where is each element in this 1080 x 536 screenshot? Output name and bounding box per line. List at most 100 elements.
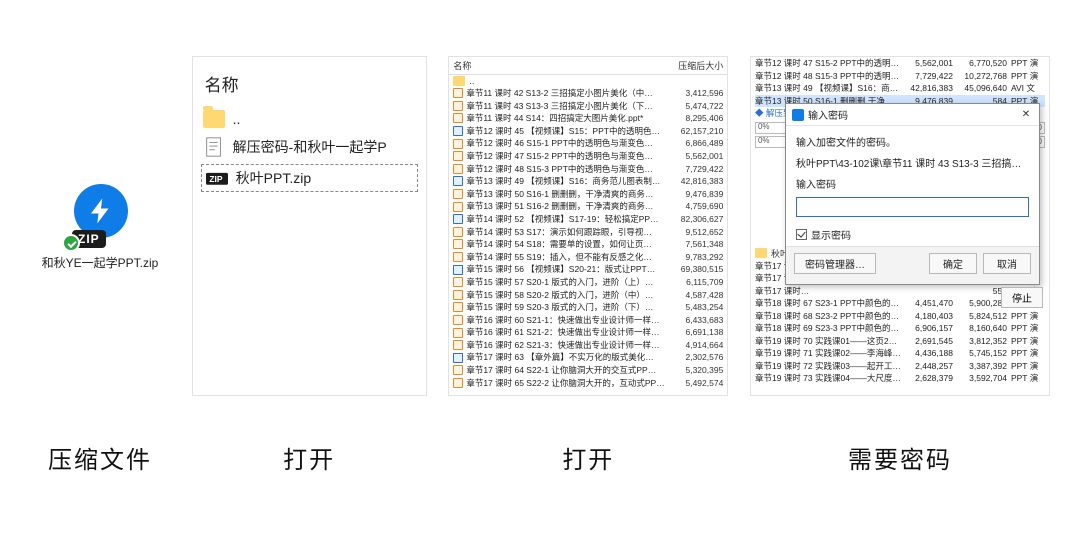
text-file-label: 解压密码-和秋叶一起学P xyxy=(233,137,387,157)
list-item[interactable]: 章节13 课时 51 S16-2 删删删，干净清爽的商务…4,759,690 xyxy=(449,200,727,213)
file-name: 章节17 课时 63 【章外篇】不实万化的版式美化… xyxy=(466,351,668,364)
file-size: 2,302,576 xyxy=(668,351,723,364)
file-type-icon xyxy=(453,239,463,249)
list-item[interactable]: 章节15 课时 59 S20-3 版式的入门，进阶（下）…5,483,254 xyxy=(449,301,727,314)
show-password-label: 显示密码 xyxy=(811,227,851,242)
folder-up-label: .. xyxy=(469,76,474,86)
list-item[interactable]: 章节17 课时 64 S22-1 让你脑洞大开的交互式PP…5,320,395 xyxy=(449,364,727,377)
dialog-instruction: 输入加密文件的密码。 xyxy=(796,134,1029,149)
list-item[interactable]: 章节16 课时 62 S21-3：快速做出专业设计师一样…4,914,664 xyxy=(449,339,727,352)
list-item[interactable]: 章节18 课时 68 S23-2 PPT中颜色的使用（中）.p…4,180,40… xyxy=(755,310,1045,323)
caption-2: 打开 xyxy=(283,440,335,475)
list-item[interactable]: 章节15 课时 56 【视频课】S20-21：版式让PPT…69,380,515 xyxy=(449,263,727,276)
file-name: 章节15 课时 58 S20-2 版式的入门，进阶（中）… xyxy=(466,289,668,302)
file-name: 章节12 课时 47 S15-2 PPT中的透明色与渐变色… xyxy=(466,150,668,163)
col-name-header[interactable]: 名称 xyxy=(453,59,668,72)
file-name: 章节12 课时 46 S15-1 PPT中的透明色与渐变色… xyxy=(466,137,668,150)
file-type-icon xyxy=(453,101,463,111)
list-item[interactable]: 章节14 课时 52 【视频课】S17-19：轻松搞定PP…82,306,627 xyxy=(449,213,727,226)
verified-check-icon xyxy=(62,234,80,252)
cancel-button[interactable]: 取消 xyxy=(983,253,1031,274)
file-size: 9,783,292 xyxy=(668,251,723,264)
list-item[interactable]: 章节19 课时 70 实践课01——这页2015年创业…2,691,5453,8… xyxy=(755,335,1045,348)
list-item[interactable]: 章节12 课时 46 S15-1 PPT中的透明色与渐变色…6,866,489 xyxy=(449,137,727,150)
file-size: 69,380,515 xyxy=(668,263,723,276)
file-type-icon xyxy=(453,353,463,363)
list-item[interactable]: 章节12 课时 48 S15-3 PPT中的透明色与渐变色…7,729,422 xyxy=(449,163,727,176)
list-item[interactable]: 章节19 课时 71 实践课02——李海峰老师的个人…4,436,1885,74… xyxy=(755,347,1045,360)
file-type-icon xyxy=(453,277,463,287)
list-item[interactable]: 章节11 课时 42 S13-2 三招搞定小图片美化（中…3,412,596 xyxy=(449,87,727,100)
stop-button[interactable]: 停止 xyxy=(1001,287,1043,308)
list-item[interactable]: 章节12 课时 48 S15-3 PPT中的透明色与渐变色…7,729,4221… xyxy=(755,70,1045,83)
folder-icon xyxy=(755,248,767,258)
list-item[interactable]: 章节14 课时 54 S18：需要单的设置，如何让页…7,561,348 xyxy=(449,238,727,251)
file-name: 章节14 课时 52 【视频课】S17-19：轻松搞定PP… xyxy=(466,213,668,226)
password-manager-button[interactable]: 密码管理器… xyxy=(794,253,876,274)
col-size-header[interactable]: 压缩后大小 xyxy=(668,59,723,72)
list-item[interactable]: 章节12 课时 45 【视频课】S15：PPT中的透明色…62,157,210 xyxy=(449,125,727,138)
text-file-item[interactable]: 解压密码-和秋叶一起学P xyxy=(201,132,418,162)
password-dialog: 输入密码 ✕ 输入加密文件的密码。 秋叶PPT\43-102课\章节11 课时 … xyxy=(785,103,1040,285)
file-type-icon xyxy=(453,126,463,136)
file-size: 5,320,395 xyxy=(668,364,723,377)
list-item[interactable]: 章节19 课时 72 实践课03——起开工社区介绍…2,448,2573,387… xyxy=(755,360,1045,373)
file-type-icon xyxy=(453,340,463,350)
folder-up-row[interactable]: .. xyxy=(449,75,727,87)
list-item[interactable]: 章节17 课时 63 【章外篇】不实万化的版式美化…2,302,576 xyxy=(449,351,727,364)
file-type-icon xyxy=(453,202,463,212)
list-item[interactable]: 章节11 课时 43 S13-3 三招搞定小图片美化（下…5,474,722 xyxy=(449,100,727,113)
caption-4: 需要密码 xyxy=(848,440,952,475)
list-item[interactable]: 章节19 课时 73 实践课04——大尺度修改硕校…2,628,3793,592… xyxy=(755,372,1045,385)
folder-icon xyxy=(453,76,465,86)
list-item[interactable]: 章节16 课时 61 S21-2：快速做出专业设计师一样…6,691,138 xyxy=(449,326,727,339)
caption-1: 压缩文件 xyxy=(48,440,152,475)
extract-window: 章节12 课时 47 S15-2 PPT中的透明色与渐…5,562,0016,7… xyxy=(750,56,1050,396)
list-item[interactable]: 章节14 课时 55 S19：插入，但不能有反感之化…9,783,292 xyxy=(449,251,727,264)
list-item[interactable]: 章节11 课时 44 S14：四招搞定大图片美化.ppt*8,295,406 xyxy=(449,112,727,125)
list-item[interactable]: 章节13 课时 49 【视频课】S16：商务范…42,816,38345,096… xyxy=(755,82,1045,95)
list-item[interactable]: 章节15 课时 57 S20-1 版式的入门，进阶（上）…6,115,709 xyxy=(449,276,727,289)
zip-small-icon: ZIP xyxy=(206,169,228,187)
file-size: 5,562,001 xyxy=(668,150,723,163)
zip-file-desktop-icon[interactable]: ZIP 和秋YE一起学PPT.zip xyxy=(40,182,160,271)
file-name: 章节16 课时 61 S21-2：快速做出专业设计师一样… xyxy=(466,326,668,339)
list-item[interactable]: 章节15 课时 58 S20-2 版式的入门，进阶（中）…4,587,428 xyxy=(449,289,727,302)
file-name: 章节13 课时 51 S16-2 删删删，干净清爽的商务… xyxy=(466,200,668,213)
dialog-app-icon xyxy=(792,109,804,121)
column-header-name[interactable]: 名称 xyxy=(205,71,418,96)
text-file-icon xyxy=(203,136,225,158)
folder-icon xyxy=(203,110,225,128)
show-password-checkbox[interactable] xyxy=(796,229,807,240)
list-item[interactable]: 章节13 课时 49 【视频课】S16：商务范儿图表制…42,816,383 xyxy=(449,175,727,188)
folder-up-label: .. xyxy=(233,111,241,127)
file-type-icon xyxy=(453,378,463,388)
dialog-filepath: 秋叶PPT\43-102课\章节11 课时 43 S13-3 三招搞定小图片美化… xyxy=(796,155,1029,170)
file-name: 章节14 课时 54 S18：需要单的设置，如何让页… xyxy=(466,238,668,251)
file-size: 8,295,406 xyxy=(668,112,723,125)
file-name: 章节11 课时 42 S13-2 三招搞定小图片美化（中… xyxy=(466,87,668,100)
file-size: 9,512,652 xyxy=(668,226,723,239)
list-item[interactable]: 章节13 课时 50 S16-1 删删删，干净清爽的商务…9,476,839 xyxy=(449,188,727,201)
password-input[interactable] xyxy=(796,197,1029,217)
file-name: 章节14 课时 55 S19：插入，但不能有反感之化… xyxy=(466,251,668,264)
file-type-icon xyxy=(453,290,463,300)
file-name: 章节15 课时 56 【视频课】S20-21：版式让PPT… xyxy=(466,263,668,276)
list-item[interactable]: 章节12 课时 47 S15-2 PPT中的透明色与渐变色…5,562,001 xyxy=(449,150,727,163)
file-size: 6,433,683 xyxy=(668,314,723,327)
list-item[interactable]: 章节14 课时 53 S17：演示如何跟踪眼，引导视…9,512,652 xyxy=(449,226,727,239)
archive-listing-window: 名称 压缩后大小 .. 章节11 课时 42 S13-2 三招搞定小图片美化（中… xyxy=(448,56,728,396)
file-type-icon xyxy=(453,151,463,161)
folder-up[interactable]: .. xyxy=(201,106,418,132)
password-label: 输入密码 xyxy=(796,176,1029,191)
file-size: 6,866,489 xyxy=(668,137,723,150)
ok-button[interactable]: 确定 xyxy=(929,253,977,274)
dialog-close-button[interactable]: ✕ xyxy=(1019,109,1033,120)
list-item[interactable]: 章节16 课时 60 S21-1：快速做出专业设计师一样…6,433,683 xyxy=(449,314,727,327)
file-size: 7,729,422 xyxy=(668,163,723,176)
file-size: 82,306,627 xyxy=(668,213,723,226)
list-item[interactable]: 章节17 课时 65 S22-2 让你脑洞大开的，互动式PP…5,492,574 xyxy=(449,377,727,390)
list-item[interactable]: 章节12 课时 47 S15-2 PPT中的透明色与渐…5,562,0016,7… xyxy=(755,57,1045,70)
list-item[interactable]: 章节18 课时 69 S23-3 PPT中颜色的使用（下）.p…6,906,15… xyxy=(755,322,1045,335)
zip-file-item[interactable]: ZIP 秋叶PPT.zip xyxy=(201,164,418,192)
